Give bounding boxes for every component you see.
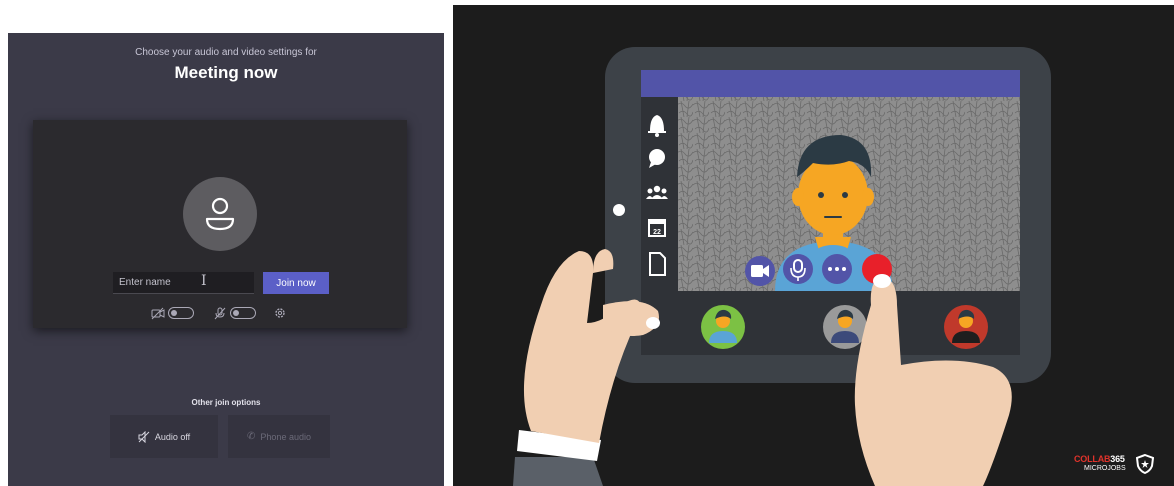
other-join-options-label: Other join options <box>191 398 261 407</box>
brand-text-red: COLLAB <box>1074 454 1111 464</box>
shield-icon <box>1136 454 1154 474</box>
brand-subtext: MICROJOBS <box>1084 465 1126 472</box>
mic-off-icon <box>214 307 226 320</box>
more-icon[interactable] <box>822 254 852 284</box>
tablet-home-button <box>613 204 625 216</box>
speaker-off-icon <box>138 430 150 443</box>
phone-audio-option[interactable]: ✆ Phone audio <box>228 415 330 458</box>
text-cursor-icon: I <box>201 273 207 289</box>
participant-avatar-2[interactable] <box>823 305 867 349</box>
video-icon[interactable] <box>745 256 775 286</box>
mic-toggle[interactable] <box>230 307 256 319</box>
audio-off-label: Audio off <box>154 431 191 442</box>
tablet-meeting-illustration: 22 COLLAB365 MICROJOBS <box>453 5 1174 486</box>
join-now-button[interactable]: Join now <box>263 272 329 294</box>
microphone-icon[interactable] <box>783 254 813 284</box>
phone-audio-label: Phone audio <box>260 431 311 442</box>
camera-off-icon <box>151 307 165 320</box>
participant-avatar-1[interactable] <box>701 305 745 349</box>
illustration-canvas: 22 <box>513 47 1051 486</box>
person-icon <box>205 197 235 231</box>
gear-icon[interactable] <box>273 306 287 320</box>
video-preview-panel: I Join now <box>33 120 407 328</box>
participant-avatar-3[interactable] <box>944 305 988 349</box>
avatar <box>183 177 257 251</box>
prejoin-subtitle: Choose your audio and video settings for <box>135 47 317 58</box>
brand-text-white: 365 <box>1110 454 1125 464</box>
teams-prejoin-screen: Choose your audio and video settings for… <box>8 33 444 486</box>
svg-text:22: 22 <box>653 229 661 236</box>
phone-icon: ✆ <box>247 431 256 442</box>
meeting-title: Meeting now <box>174 63 278 82</box>
audio-off-option[interactable]: Audio off <box>110 415 218 458</box>
brand-logo: COLLAB365 MICROJOBS <box>1074 454 1154 480</box>
camera-toggle[interactable] <box>168 307 194 319</box>
app-header-bar <box>641 70 1020 97</box>
name-input[interactable] <box>113 272 254 294</box>
